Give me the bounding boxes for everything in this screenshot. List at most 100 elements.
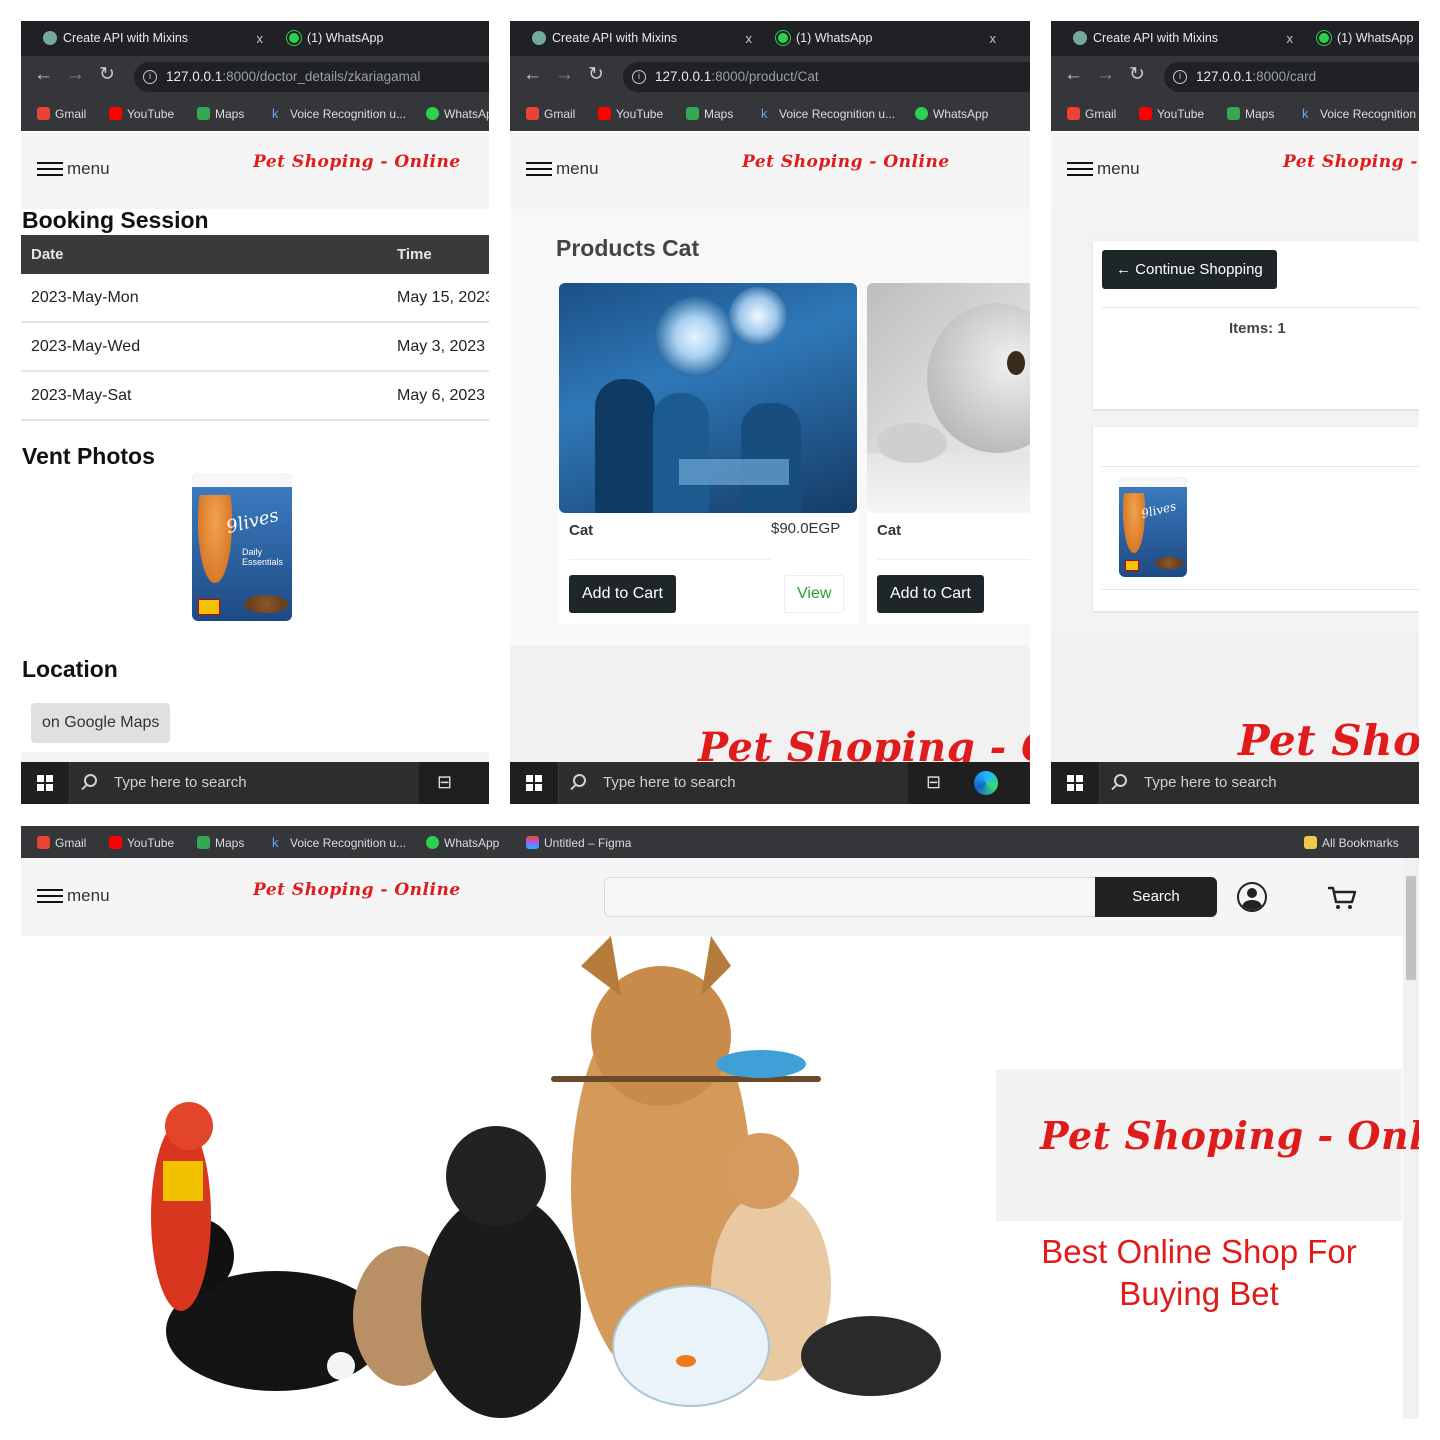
address-bar[interactable]: i 127.0.0.1:8000/doctor_details/zkariaga… (134, 62, 489, 92)
add-to-cart-button[interactable]: Add to Cart (877, 575, 984, 613)
bookmark-youtube[interactable]: YouTube (1139, 97, 1204, 131)
column-time: Time (397, 246, 432, 263)
chatgpt-icon (43, 31, 57, 45)
maps-icon (686, 107, 699, 120)
reload-icon[interactable]: ↻ (99, 64, 115, 86)
cat-photo[interactable] (867, 283, 1030, 513)
menu-button[interactable]: menu (37, 158, 110, 180)
site-logo[interactable]: Pet Shoping - Online (253, 152, 461, 172)
windows-start-icon[interactable] (1067, 775, 1083, 791)
bookmark-gmail[interactable]: Gmail (37, 97, 86, 131)
whatsapp-icon (1317, 31, 1331, 45)
edge-icon[interactable] (974, 771, 998, 795)
google-maps-button[interactable]: on Google Maps (31, 703, 171, 743)
bookmark-whatsapp[interactable]: WhatsApp (915, 97, 988, 131)
gmail-icon (1067, 107, 1080, 120)
menu-button[interactable]: menu (37, 885, 110, 907)
taskbar-search[interactable]: Type here to search (69, 762, 419, 804)
bookmark-youtube[interactable]: YouTube (109, 97, 174, 131)
site-logo[interactable]: Pet Shoping - Online (253, 880, 461, 900)
bookmark-voice[interactable]: kVoice Recognition u... (272, 97, 406, 131)
url-host: 127.0.0.1 (166, 69, 223, 84)
windows-start-icon[interactable] (526, 775, 542, 791)
view-button[interactable]: View (784, 575, 845, 613)
forward-arrow-icon[interactable]: → (555, 64, 574, 86)
gmail-icon (37, 836, 50, 849)
site-info-icon[interactable]: i (1173, 70, 1187, 84)
gmail-icon (526, 107, 539, 120)
address-bar[interactable]: i 127.0.0.1:8000/card (1164, 62, 1419, 92)
add-to-cart-button[interactable]: Add to Cart (569, 575, 676, 613)
tab-close-icon[interactable]: x (990, 25, 997, 52)
task-view-icon[interactable]: ⊟ (926, 772, 941, 793)
tab-create-api[interactable]: Create API with Mixins x (530, 25, 752, 56)
app-header: menu Pet Shoping - Online (1051, 133, 1419, 209)
menu-button[interactable]: menu (1067, 158, 1140, 180)
tab-create-api[interactable]: Create API with Mixins x (1071, 25, 1293, 56)
site-logo[interactable]: Pet Shoping - Online (742, 152, 950, 172)
cart-item-card: 9lives (1093, 427, 1419, 611)
tab-create-api[interactable]: Create API with Mixins x (41, 25, 263, 56)
hamburger-icon (1067, 162, 1093, 176)
bookmark-maps[interactable]: Maps (197, 97, 244, 131)
search-button[interactable]: Search (1095, 877, 1217, 917)
bookmark-maps[interactable]: Maps (197, 826, 244, 858)
hamburger-icon (37, 162, 63, 176)
bookmark-gmail[interactable]: Gmail (37, 826, 86, 858)
forward-arrow-icon[interactable]: → (66, 64, 85, 86)
whatsapp-icon (426, 107, 439, 120)
site-info-icon[interactable]: i (632, 70, 646, 84)
reload-icon[interactable]: ↻ (1129, 64, 1145, 86)
bookmark-whatsapp[interactable]: WhatsApp (426, 826, 499, 858)
taskbar-search[interactable]: Type here to search (1099, 762, 1419, 804)
scrollbar-thumb[interactable] (1406, 876, 1416, 980)
bookmark-maps[interactable]: Maps (686, 97, 733, 131)
reload-icon[interactable]: ↻ (588, 64, 604, 86)
menu-button[interactable]: menu (526, 158, 599, 180)
back-arrow-icon[interactable]: ← (34, 64, 53, 86)
user-account-icon[interactable] (1237, 882, 1267, 912)
maps-icon (1227, 107, 1240, 120)
bookmark-youtube[interactable]: YouTube (598, 97, 663, 131)
browser-toolbar: ← → ↻ i 127.0.0.1:8000/card (1051, 56, 1419, 97)
browser-tab-strip: Create API with Mixins x (1) WhatsApp (1051, 21, 1419, 56)
chatgpt-icon (1073, 31, 1087, 45)
bookmark-voice[interactable]: kVoice Recognition u... (761, 97, 895, 131)
bookmark-figma[interactable]: Untitled – Figma (526, 826, 631, 858)
bookmark-youtube[interactable]: YouTube (109, 826, 174, 858)
whatsapp-icon (287, 31, 301, 45)
bookmark-maps[interactable]: Maps (1227, 97, 1274, 131)
back-arrow-icon[interactable]: ← (523, 64, 542, 86)
bookmark-voice[interactable]: kVoice Recognition u... (272, 826, 406, 858)
hero-brand-box: Pet Shoping - Online (996, 1069, 1419, 1221)
tab-whatsapp[interactable]: (1) WhatsApp x (774, 25, 996, 56)
bookmarks-bar: Gmail YouTube Maps kVoice Recognition u.… (21, 97, 489, 131)
taskbar-search[interactable]: Type here to search (558, 762, 908, 804)
windows-taskbar: Type here to search (1051, 762, 1419, 804)
tab-title: (1) WhatsApp (307, 31, 384, 45)
bookmark-voice[interactable]: kVoice Recognition u... (1302, 97, 1419, 131)
hamburger-icon (526, 162, 552, 176)
continue-shopping-button[interactable]: ← Continue Shopping (1102, 250, 1277, 289)
all-bookmarks[interactable]: All Bookmarks (1304, 826, 1399, 858)
forward-arrow-icon[interactable]: → (1096, 64, 1115, 86)
site-info-icon[interactable]: i (143, 70, 157, 84)
site-logo[interactable]: Pet Shoping - Online (1283, 152, 1419, 172)
surgery-photo[interactable] (559, 283, 857, 513)
address-bar[interactable]: i 127.0.0.1:8000/product/Cat (623, 62, 1030, 92)
windows-start-icon[interactable] (37, 775, 53, 791)
tab-close-icon[interactable]: x (746, 25, 753, 52)
bookmark-whatsapp[interactable]: WhatsApp (426, 97, 489, 131)
tab-close-icon[interactable]: x (257, 25, 264, 52)
products-screenshot: Create API with Mixins x (1) WhatsApp x … (510, 21, 1030, 804)
bookmark-gmail[interactable]: Gmail (526, 97, 575, 131)
search-input[interactable] (604, 877, 1096, 917)
task-view-icon[interactable]: ⊟ (437, 772, 452, 793)
bookmark-gmail[interactable]: Gmail (1067, 97, 1116, 131)
tab-close-icon[interactable]: x (1287, 25, 1294, 52)
tab-whatsapp[interactable]: (1) WhatsApp (1315, 25, 1419, 56)
back-arrow-icon[interactable]: ← (1064, 64, 1083, 86)
tab-whatsapp[interactable]: (1) WhatsApp (285, 25, 445, 56)
app-header: menu Pet Shoping - Online (21, 133, 489, 209)
shopping-cart-icon[interactable] (1327, 886, 1357, 910)
